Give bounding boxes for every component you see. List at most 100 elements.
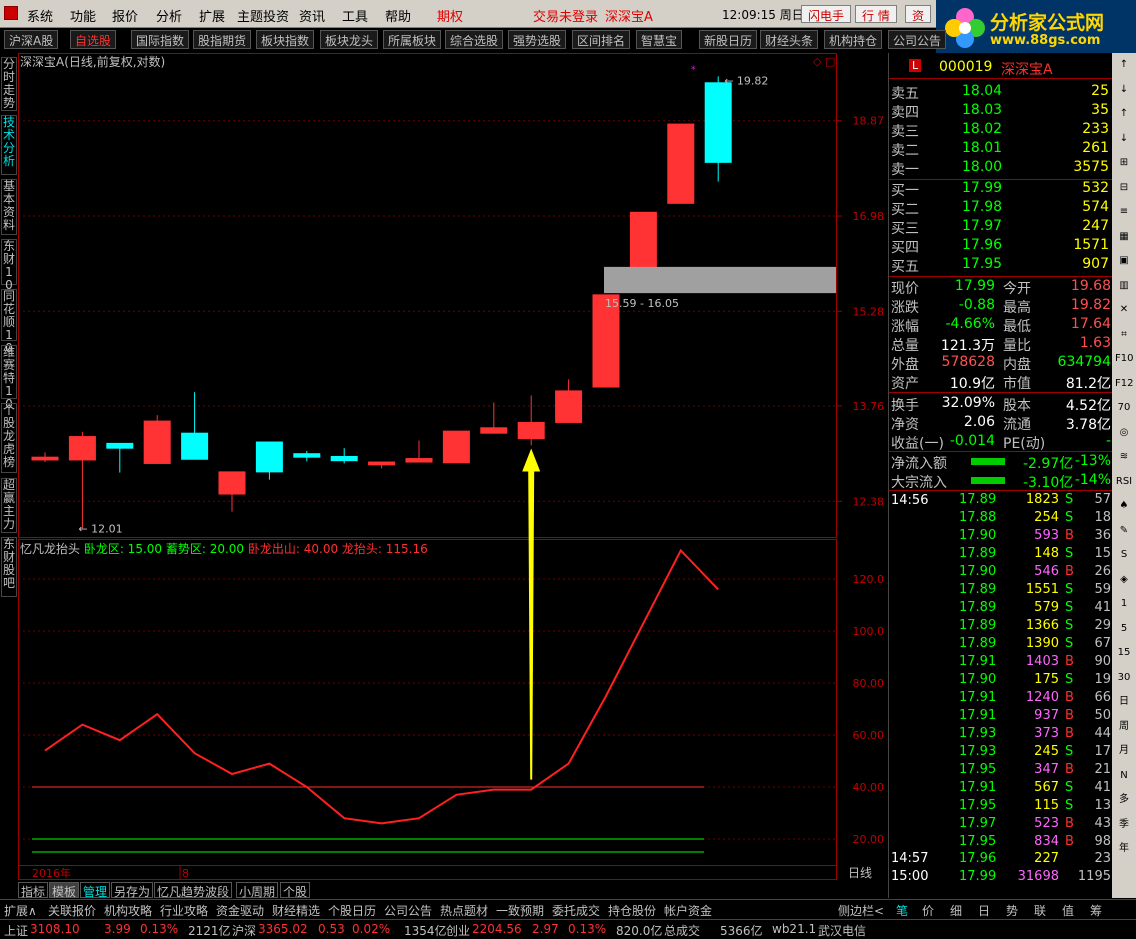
bottom-tab-0[interactable]: 扩展∧ xyxy=(4,902,37,919)
toolbar-tab-1[interactable]: 自选股 xyxy=(70,30,117,49)
asset-button[interactable]: 资 xyxy=(905,5,932,23)
sidebar-icon-1[interactable]: ↓ xyxy=(1115,82,1133,98)
toolbar-tab-14[interactable]: 公司公告 xyxy=(888,30,947,49)
sidebar-icon-25[interactable]: 30 xyxy=(1115,670,1133,686)
left-tab-1[interactable]: 技术分析 xyxy=(1,115,17,175)
sidebar-icon-19[interactable]: ✎ xyxy=(1115,523,1133,539)
toolbar-tab-12[interactable]: 财经头条 xyxy=(760,30,819,49)
indicator-tab-0[interactable]: 指标 xyxy=(18,882,49,899)
menu-item-6[interactable]: 资讯 xyxy=(299,6,325,25)
indicator-tab-6[interactable]: 个股 xyxy=(280,882,311,899)
sidebar-icon-14[interactable]: 70 xyxy=(1115,400,1133,416)
bottom-tab-4[interactable]: 资金驱动 xyxy=(216,902,264,919)
sidebar-icon-30[interactable]: 多 xyxy=(1115,792,1133,808)
toolbar-tab-11[interactable]: 新股日历 xyxy=(699,30,758,49)
indicator-tab-4[interactable]: 忆凡趋势波段 xyxy=(154,882,233,899)
bottom-tab-14[interactable]: 笔 xyxy=(896,902,908,919)
bottom-tab-15[interactable]: 价 xyxy=(922,902,934,919)
toolbar-tab-8[interactable]: 强势选股 xyxy=(508,30,567,49)
menu-item-7[interactable]: 工具 xyxy=(342,6,368,25)
sidebar-icon-18[interactable]: ♠ xyxy=(1115,498,1133,514)
toolbar-tab-2[interactable]: 国际指数 xyxy=(131,30,190,49)
left-tab-5[interactable]: 维赛特10 xyxy=(1,345,17,411)
sidebar-icon-24[interactable]: 15 xyxy=(1115,645,1133,661)
sidebar-icon-31[interactable]: 季 xyxy=(1115,817,1133,833)
chart-option-icon[interactable]: ◇ □ xyxy=(813,55,835,68)
left-tab-6[interactable]: 个股龙虎榜 xyxy=(1,403,17,473)
sidebar-icon-9[interactable]: ▥ xyxy=(1115,278,1133,294)
sidebar-icon-29[interactable]: N xyxy=(1115,768,1133,784)
sidebar-icon-0[interactable]: ↑ xyxy=(1115,57,1133,73)
bottom-tab-20[interactable]: 值 xyxy=(1062,902,1074,919)
toolbar-tab-13[interactable]: 机构持仓 xyxy=(824,30,883,49)
sidebar-icon-3[interactable]: ↓ xyxy=(1115,131,1133,147)
sidebar-icon-6[interactable]: ≡ xyxy=(1115,204,1133,220)
left-tab-8[interactable]: 东财股吧 xyxy=(1,537,17,597)
menu-futures[interactable]: 期权 xyxy=(437,6,463,25)
bottom-tab-17[interactable]: 日 xyxy=(978,902,990,919)
bottom-tab-12[interactable]: 帐户资金 xyxy=(664,902,712,919)
sidebar-icon-16[interactable]: ≋ xyxy=(1115,449,1133,465)
bottom-tab-6[interactable]: 个股日历 xyxy=(328,902,376,919)
indicator-tab-1[interactable]: 模板 xyxy=(49,882,80,899)
indicator-tab-3[interactable]: 另存为 xyxy=(111,882,154,899)
bottom-tab-10[interactable]: 委托成交 xyxy=(552,902,600,919)
sidebar-icon-11[interactable]: ⌗ xyxy=(1115,327,1133,343)
toolbar-tab-7[interactable]: 综合选股 xyxy=(445,30,504,49)
period-label[interactable]: 日线 xyxy=(848,866,872,880)
bottom-tab-19[interactable]: 联 xyxy=(1034,902,1046,919)
sidebar-icon-32[interactable]: 年 xyxy=(1115,841,1133,857)
sidebar-icon-21[interactable]: ◈ xyxy=(1115,572,1133,588)
sidebar-icon-20[interactable]: S xyxy=(1115,547,1133,563)
kline-chart[interactable]: 18.87 16.98 15.28 13.76 12.38 120.0 100.0 80.00… xyxy=(18,53,888,897)
sidebar-icon-10[interactable]: ✕ xyxy=(1115,302,1133,318)
menu-item-4[interactable]: 扩展 xyxy=(199,6,225,25)
toolbar-tab-6[interactable]: 所属板块 xyxy=(383,30,442,49)
bottom-tab-1[interactable]: 关联报价 xyxy=(48,902,96,919)
chart-area[interactable]: 18.87 16.98 15.28 13.76 12.38 120.0 100.0 80.00… xyxy=(18,53,888,898)
sidebar-icon-4[interactable]: ⊞ xyxy=(1115,155,1133,171)
bottom-tab-21[interactable]: 筹 xyxy=(1090,902,1102,919)
sidebar-icon-27[interactable]: 周 xyxy=(1115,719,1133,735)
sidebar-icon-15[interactable]: ◎ xyxy=(1115,425,1133,441)
sidebar-icon-5[interactable]: ⊟ xyxy=(1115,180,1133,196)
toolbar-tab-9[interactable]: 区间排名 xyxy=(572,30,631,49)
sidebar-icon-8[interactable]: ▣ xyxy=(1115,253,1133,269)
menu-item-1[interactable]: 功能 xyxy=(70,6,96,25)
bottom-tab-7[interactable]: 公司公告 xyxy=(384,902,432,919)
bottom-tab-3[interactable]: 行业攻略 xyxy=(160,902,208,919)
bottom-tab-9[interactable]: 一致预期 xyxy=(496,902,544,919)
menu-item-0[interactable]: 系统 xyxy=(27,6,53,25)
menu-item-8[interactable]: 帮助 xyxy=(385,6,411,25)
toolbar-tab-3[interactable]: 股指期货 xyxy=(193,30,252,49)
sidebar-icon-7[interactable]: ▦ xyxy=(1115,229,1133,245)
toolbar-tab-4[interactable]: 板块指数 xyxy=(256,30,315,49)
bottom-tab-5[interactable]: 财经精选 xyxy=(272,902,320,919)
flash-button[interactable]: 闪电手 xyxy=(801,5,852,23)
sidebar-icon-12[interactable]: F10 xyxy=(1115,351,1133,367)
sidebar-icon-22[interactable]: 1 xyxy=(1115,596,1133,612)
sidebar-icon-28[interactable]: 月 xyxy=(1115,743,1133,759)
bottom-tab-8[interactable]: 热点题材 xyxy=(440,902,488,919)
indicator-tab-2[interactable]: 管理 xyxy=(80,882,111,899)
left-tab-0[interactable]: 分时走势 xyxy=(1,57,17,111)
bottom-tab-13[interactable]: 侧边栏< xyxy=(838,902,884,919)
quote-button[interactable]: 行 情 xyxy=(855,5,897,23)
bottom-tab-2[interactable]: 机构攻略 xyxy=(104,902,152,919)
left-tab-4[interactable]: 同花顺10 xyxy=(1,289,17,355)
bottom-tab-16[interactable]: 细 xyxy=(950,902,962,919)
toolbar-tab-10[interactable]: 智慧宝 xyxy=(636,30,683,49)
left-tab-3[interactable]: 东财10 xyxy=(1,239,17,292)
menu-item-2[interactable]: 报价 xyxy=(112,6,138,25)
left-tab-2[interactable]: 基本资料 xyxy=(1,179,17,235)
sidebar-icon-23[interactable]: 5 xyxy=(1115,621,1133,637)
indicator-tab-5[interactable]: 小周期 xyxy=(236,882,279,899)
menu-item-5[interactable]: 主题投资 xyxy=(237,6,289,25)
bottom-tab-18[interactable]: 势 xyxy=(1006,902,1018,919)
left-tab-7[interactable]: 超赢主力 xyxy=(1,478,17,533)
menu-item-3[interactable]: 分析 xyxy=(156,6,182,25)
sidebar-icon-2[interactable]: ↑ xyxy=(1115,106,1133,122)
sidebar-icon-17[interactable]: RSI xyxy=(1115,474,1133,490)
sidebar-icon-13[interactable]: F12 xyxy=(1115,376,1133,392)
toolbar-tab-0[interactable]: 沪深A股 xyxy=(4,30,59,49)
